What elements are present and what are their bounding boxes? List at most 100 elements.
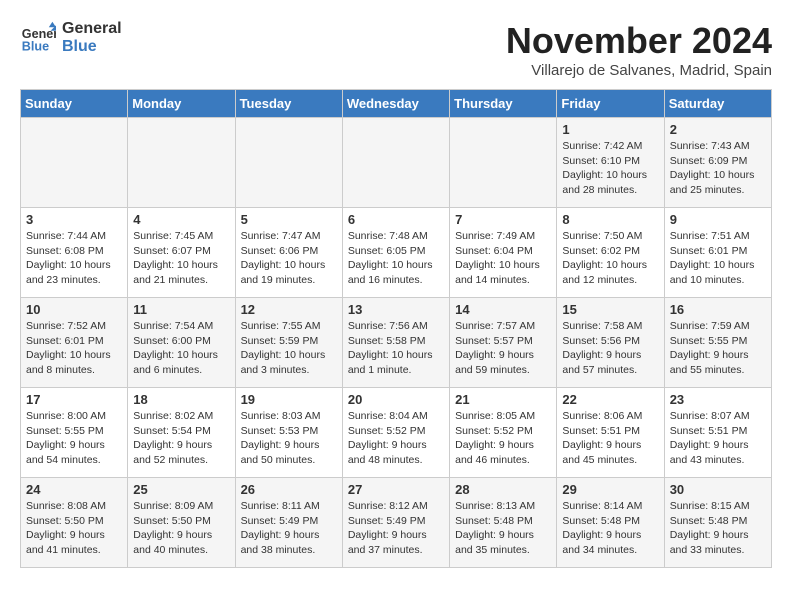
calendar-day-cell: 3Sunrise: 7:44 AMSunset: 6:08 PMDaylight… <box>21 208 128 298</box>
day-info: Sunrise: 8:15 AMSunset: 5:48 PMDaylight:… <box>670 499 766 558</box>
calendar-day-cell <box>342 118 449 208</box>
calendar-day-cell: 12 Sunrise: 7:55 AMSunset: 5:59 PMDayligh… <box>235 298 342 388</box>
calendar-day-cell: 18Sunrise: 8:02 AMSunset: 5:54 PMDayligh… <box>128 388 235 478</box>
calendar-day-cell <box>21 118 128 208</box>
day-number: 23 <box>670 392 766 407</box>
calendar-day-cell <box>235 118 342 208</box>
day-number: 26 <box>241 482 337 497</box>
calendar-day-cell: 25 Sunrise: 8:09 AMSunset: 5:50 PMDayligh… <box>128 478 235 568</box>
day-info: Sunrise: 8:05 AMSunset: 5:52 PMDaylight:… <box>455 409 551 468</box>
calendar-day-cell: 2Sunrise: 7:43 AMSunset: 6:09 PMDaylight… <box>664 118 771 208</box>
weekday-header: Thursday <box>450 90 557 118</box>
day-number: 14 <box>455 302 551 317</box>
calendar-day-cell: 10 Sunrise: 7:52 AMSunset: 6:01 PMDayligh… <box>21 298 128 388</box>
calendar-day-cell: 17 Sunrise: 8:00 AMSunset: 5:55 PMDayligh… <box>21 388 128 478</box>
day-info: Sunrise: 7:58 AMSunset: 5:56 PMDaylight:… <box>562 319 658 378</box>
day-number: 12 <box>241 302 337 317</box>
calendar-day-cell: 7 Sunrise: 7:49 AMSunset: 6:04 PMDaylight… <box>450 208 557 298</box>
calendar-day-cell <box>450 118 557 208</box>
month-title: November 2024 <box>506 20 772 62</box>
calendar-day-cell: 26 Sunrise: 8:11 AMSunset: 5:49 PMDayligh… <box>235 478 342 568</box>
day-info: Sunrise: 7:49 AMSunset: 6:04 PMDaylight:… <box>455 229 551 288</box>
calendar-day-cell: 14 Sunrise: 7:57 AMSunset: 5:57 PMDayligh… <box>450 298 557 388</box>
day-info: Sunrise: 8:00 AMSunset: 5:55 PMDaylight:… <box>26 409 122 468</box>
day-number: 9 <box>670 212 766 227</box>
day-number: 22 <box>562 392 658 407</box>
calendar-week-row: 17 Sunrise: 8:00 AMSunset: 5:55 PMDayligh… <box>21 388 772 478</box>
day-info: Sunrise: 8:04 AMSunset: 5:52 PMDaylight:… <box>348 409 444 468</box>
day-info: Sunrise: 8:08 AMSunset: 5:50 PMDaylight:… <box>26 499 122 558</box>
day-info: Sunrise: 7:43 AMSunset: 6:09 PMDaylight:… <box>670 139 766 198</box>
calendar-day-cell: 21 Sunrise: 8:05 AMSunset: 5:52 PMDayligh… <box>450 388 557 478</box>
day-number: 4 <box>133 212 229 227</box>
calendar-week-row: 1 Sunrise: 7:42 AMSunset: 6:10 PMDaylight… <box>21 118 772 208</box>
calendar-day-cell: 28 Sunrise: 8:13 AMSunset: 5:48 PMDayligh… <box>450 478 557 568</box>
weekday-header: Wednesday <box>342 90 449 118</box>
day-info: Sunrise: 8:02 AMSunset: 5:54 PMDaylight:… <box>133 409 229 468</box>
calendar-day-cell: 16 Sunrise: 7:59 AMSunset: 5:55 PMDayligh… <box>664 298 771 388</box>
day-number: 1 <box>562 122 658 137</box>
day-info: Sunrise: 8:06 AMSunset: 5:51 PMDaylight:… <box>562 409 658 468</box>
day-number: 11 <box>133 302 229 317</box>
location: Villarejo de Salvanes, Madrid, Spain <box>506 62 772 79</box>
calendar-day-cell: 19 Sunrise: 8:03 AMSunset: 5:53 PMDayligh… <box>235 388 342 478</box>
day-info: Sunrise: 8:14 AMSunset: 5:48 PMDaylight:… <box>562 499 658 558</box>
day-number: 20 <box>348 392 444 407</box>
header-row: SundayMondayTuesdayWednesdayThursdayFrid… <box>21 90 772 118</box>
day-number: 28 <box>455 482 551 497</box>
day-info: Sunrise: 7:51 AMSunset: 6:01 PMDaylight:… <box>670 229 766 288</box>
calendar-day-cell: 20 Sunrise: 8:04 AMSunset: 5:52 PMDayligh… <box>342 388 449 478</box>
calendar-week-row: 24 Sunrise: 8:08 AMSunset: 5:50 PMDayligh… <box>21 478 772 568</box>
day-info: Sunrise: 7:55 AMSunset: 5:59 PMDaylight:… <box>241 319 337 378</box>
day-number: 16 <box>670 302 766 317</box>
day-info: Sunrise: 7:52 AMSunset: 6:01 PMDaylight:… <box>26 319 122 378</box>
logo-line2: Blue <box>62 38 122 56</box>
day-number: 27 <box>348 482 444 497</box>
day-number: 24 <box>26 482 122 497</box>
calendar-day-cell: 8Sunrise: 7:50 AMSunset: 6:02 PMDaylight… <box>557 208 664 298</box>
day-number: 5 <box>241 212 337 227</box>
calendar-day-cell: 1 Sunrise: 7:42 AMSunset: 6:10 PMDaylight… <box>557 118 664 208</box>
day-number: 6 <box>348 212 444 227</box>
calendar-table: SundayMondayTuesdayWednesdayThursdayFrid… <box>20 89 772 568</box>
calendar-day-cell: 6Sunrise: 7:48 AMSunset: 6:05 PMDaylight… <box>342 208 449 298</box>
day-number: 29 <box>562 482 658 497</box>
day-info: Sunrise: 7:50 AMSunset: 6:02 PMDaylight:… <box>562 229 658 288</box>
logo: General Blue General Blue <box>20 20 122 56</box>
day-info: Sunrise: 7:42 AMSunset: 6:10 PMDaylight:… <box>562 139 658 198</box>
calendar-day-cell: 11 Sunrise: 7:54 AMSunset: 6:00 PMDayligh… <box>128 298 235 388</box>
calendar-day-cell: 29 Sunrise: 8:14 AMSunset: 5:48 PMDayligh… <box>557 478 664 568</box>
day-info: Sunrise: 8:13 AMSunset: 5:48 PMDaylight:… <box>455 499 551 558</box>
weekday-header: Saturday <box>664 90 771 118</box>
day-number: 7 <box>455 212 551 227</box>
day-info: Sunrise: 8:11 AMSunset: 5:49 PMDaylight:… <box>241 499 337 558</box>
logo-icon: General Blue <box>20 20 56 56</box>
day-number: 17 <box>26 392 122 407</box>
day-info: Sunrise: 8:03 AMSunset: 5:53 PMDaylight:… <box>241 409 337 468</box>
day-number: 10 <box>26 302 122 317</box>
day-number: 25 <box>133 482 229 497</box>
page-header: General Blue General Blue November 2024 … <box>20 20 772 79</box>
day-info: Sunrise: 7:59 AMSunset: 5:55 PMDaylight:… <box>670 319 766 378</box>
day-number: 3 <box>26 212 122 227</box>
calendar-header: SundayMondayTuesdayWednesdayThursdayFrid… <box>21 90 772 118</box>
calendar-day-cell: 9 Sunrise: 7:51 AMSunset: 6:01 PMDaylight… <box>664 208 771 298</box>
logo-line1: General <box>62 20 122 38</box>
calendar-day-cell: 13Sunrise: 7:56 AMSunset: 5:58 PMDayligh… <box>342 298 449 388</box>
calendar-week-row: 3Sunrise: 7:44 AMSunset: 6:08 PMDaylight… <box>21 208 772 298</box>
day-info: Sunrise: 7:57 AMSunset: 5:57 PMDaylight:… <box>455 319 551 378</box>
day-number: 13 <box>348 302 444 317</box>
day-info: Sunrise: 7:54 AMSunset: 6:00 PMDaylight:… <box>133 319 229 378</box>
day-number: 21 <box>455 392 551 407</box>
day-number: 19 <box>241 392 337 407</box>
day-info: Sunrise: 8:12 AMSunset: 5:49 PMDaylight:… <box>348 499 444 558</box>
day-number: 15 <box>562 302 658 317</box>
calendar-week-row: 10 Sunrise: 7:52 AMSunset: 6:01 PMDayligh… <box>21 298 772 388</box>
calendar-day-cell: 22 Sunrise: 8:06 AMSunset: 5:51 PMDayligh… <box>557 388 664 478</box>
calendar-day-cell: 27 Sunrise: 8:12 AMSunset: 5:49 PMDayligh… <box>342 478 449 568</box>
calendar-day-cell <box>128 118 235 208</box>
day-info: Sunrise: 8:09 AMSunset: 5:50 PMDaylight:… <box>133 499 229 558</box>
day-number: 30 <box>670 482 766 497</box>
title-block: November 2024 Villarejo de Salvanes, Mad… <box>506 20 772 79</box>
calendar-day-cell: 23Sunrise: 8:07 AMSunset: 5:51 PMDayligh… <box>664 388 771 478</box>
